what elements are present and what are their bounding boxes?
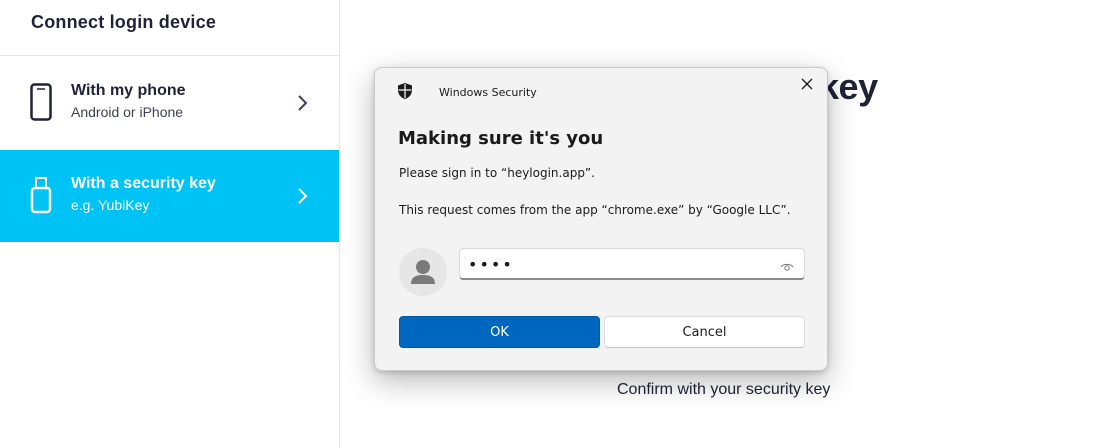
option-with-security-key[interactable]: With a security key e.g. YubiKey	[0, 150, 339, 242]
sidebar: Connect login device With my phone Andro…	[0, 0, 340, 448]
phone-icon	[30, 83, 52, 126]
app-root: Connect login device With my phone Andro…	[0, 0, 1093, 448]
avatar	[399, 248, 447, 296]
option-phone-subtitle: Android or iPhone	[71, 104, 184, 120]
option-phone-title: With my phone	[71, 82, 186, 99]
dialog-app-name: Windows Security	[439, 86, 537, 99]
option-with-my-phone[interactable]: With my phone Android or iPhone	[0, 57, 339, 149]
option-key-title: With a security key	[71, 175, 216, 192]
sidebar-title: Connect login device	[31, 12, 217, 32]
dialog-request-text: This request comes from the app “chrome.…	[399, 203, 791, 217]
option-key-subtitle: e.g. YubiKey	[71, 197, 150, 213]
chevron-right-icon	[296, 94, 308, 117]
ok-button[interactable]: OK	[399, 316, 600, 348]
close-icon[interactable]	[799, 76, 815, 92]
dialog-title: Making sure it's you	[398, 128, 604, 149]
shield-icon	[397, 82, 413, 104]
windows-security-dialog: Windows Security Making sure it's you Pl…	[374, 67, 828, 371]
cancel-button[interactable]: Cancel	[604, 316, 805, 348]
chevron-right-icon	[296, 187, 308, 210]
usb-key-icon	[30, 176, 52, 219]
pin-input[interactable]	[468, 253, 768, 275]
pin-field[interactable]	[459, 248, 805, 280]
reveal-password-icon[interactable]	[780, 258, 794, 277]
confirm-instruction: Confirm with your security key	[617, 381, 831, 398]
sidebar-header: Connect login device	[0, 0, 339, 56]
dialog-sign-in-text: Please sign in to “heylogin.app”.	[399, 166, 595, 180]
user-icon	[411, 260, 435, 284]
